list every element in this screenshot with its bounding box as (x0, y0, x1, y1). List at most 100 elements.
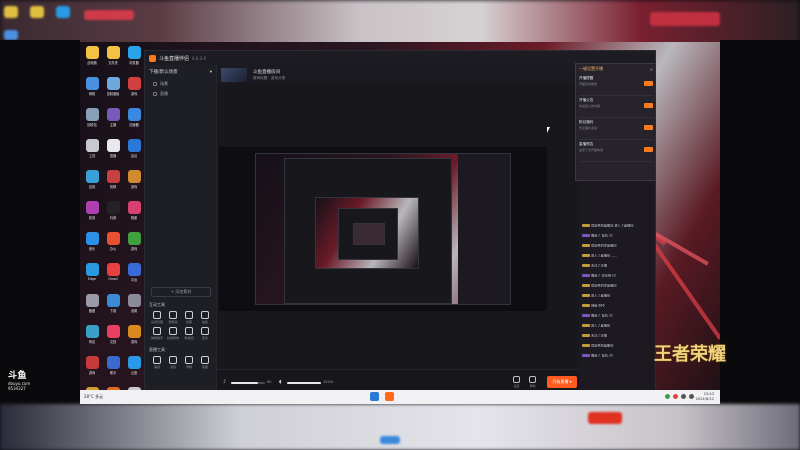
record-button[interactable]: 录制 (529, 376, 536, 388)
desktop-shortcut-label: 会议 (130, 154, 138, 158)
chat-message[interactable]: 赠送了 鱼丸 x1 (582, 314, 652, 321)
preview-nested-desktop-2 (315, 197, 419, 269)
desktop-shortcut[interactable]: 应用 (82, 170, 102, 198)
desktop-shortcut[interactable]: 浏览器 (124, 46, 144, 74)
desktop-shortcut[interactable]: 游戏 (82, 356, 102, 384)
popup-item-toggle[interactable] (644, 147, 653, 152)
microphone-volume-slider[interactable] (231, 382, 265, 384)
tool-icon (169, 311, 177, 319)
chat-message[interactable]: 赠送了 鱼丸 x1 (582, 234, 652, 241)
chat-message[interactable]: 欢迎来到直播间 (582, 344, 652, 351)
chat-message[interactable]: 欢迎来到本直播间 (582, 284, 652, 291)
desktop-shortcut[interactable]: 回收站 (82, 108, 102, 136)
checkbox-icon[interactable] (153, 82, 157, 86)
desktop-shortcut[interactable]: Edge (82, 263, 102, 291)
chat-message[interactable]: 关注了主播 (582, 264, 652, 271)
app-icon (127, 294, 141, 307)
tool-button[interactable]: 滤镜 (165, 356, 181, 369)
desktop-shortcut[interactable]: 助手 (103, 356, 123, 384)
tray-app-icon[interactable] (665, 394, 670, 399)
desktop-shortcut[interactable]: 会议 (124, 139, 144, 167)
popup-item-toggle[interactable] (644, 125, 653, 130)
desktop-shortcut[interactable]: 音乐 (82, 232, 102, 260)
desktop-shortcut[interactable]: 相册 (124, 201, 144, 229)
live-preview[interactable] (219, 147, 547, 311)
microphone-icon[interactable]: ♪ (223, 379, 226, 385)
close-icon[interactable]: × (650, 67, 653, 72)
desktop-shortcut[interactable]: 直播 (103, 139, 123, 167)
app-icon (127, 356, 141, 369)
chat-message[interactable]: 欢迎来到本直播间 (582, 244, 652, 251)
desktop-shortcut[interactable]: 设置 (124, 294, 144, 322)
popup-item-toggle[interactable] (644, 81, 653, 86)
room-title[interactable]: 斗鱼直播房间 (253, 69, 280, 75)
checkbox-icon[interactable] (153, 92, 157, 96)
tool-button[interactable]: 截图 (197, 356, 213, 369)
tool-button[interactable]: 房间管理 (149, 311, 165, 324)
tool-button[interactable]: 更多 (197, 327, 213, 340)
weather-widget[interactable]: 28°C 多云 (84, 394, 103, 400)
desktop-shortcut[interactable]: 游戏 (124, 77, 144, 105)
desktop-shortcut[interactable]: 游戏 (124, 325, 144, 353)
preview-nested-deepest (353, 223, 385, 245)
desktop-shortcut[interactable]: Gmail (103, 263, 123, 291)
desktop-shortcut[interactable]: 加速器 (124, 108, 144, 136)
scene-header[interactable]: 下播/默认场景 ▾ (145, 65, 216, 79)
chat-message[interactable]: 赠送了 鱼丸 x5 (582, 354, 652, 361)
chat-message[interactable]: 欢迎来到直播间 进入了直播间 (582, 224, 652, 231)
desktop-shortcut[interactable]: 文档 (103, 325, 123, 353)
chevron-down-icon[interactable]: ▾ (210, 70, 212, 75)
app-icon (127, 139, 141, 152)
chat-message[interactable]: 弹幕 666 (582, 304, 652, 311)
popup-item-toggle[interactable] (644, 103, 653, 108)
desktop-shortcut[interactable]: 主播 (103, 108, 123, 136)
desktop-shortcut[interactable]: 影音 (82, 201, 102, 229)
add-source-button[interactable]: + 添加素材 (151, 287, 211, 297)
tool-button[interactable]: 粉丝团 (181, 327, 197, 340)
tool-label: 抽奖 (201, 320, 208, 324)
volume-icon[interactable] (681, 394, 686, 399)
speaker-volume-slider[interactable] (287, 382, 321, 384)
desktop-shortcut[interactable]: 平台 (124, 263, 144, 291)
tool-button[interactable]: 礼物特效 (165, 327, 181, 340)
tray-app-icon[interactable] (673, 394, 678, 399)
chat-message[interactable]: 关注了主播 (582, 334, 652, 341)
desktop-shortcut[interactable]: 游戏 (124, 232, 144, 260)
chat-message[interactable]: 进入了直播间 (582, 294, 652, 301)
desktop-shortcut[interactable]: 游戏 (124, 170, 144, 198)
tool-button[interactable]: 贡献榜 (165, 311, 181, 324)
tool-button[interactable]: 录制 (181, 356, 197, 369)
desktop-shortcut[interactable]: 云盘 (124, 356, 144, 384)
scene-item[interactable]: 场景 (145, 79, 216, 89)
desktop-shortcut[interactable]: 办公 (103, 232, 123, 260)
desktop-shortcut[interactable]: 商店 (82, 325, 102, 353)
tool-button[interactable]: 投票 (181, 311, 197, 324)
scene-item[interactable]: 直播 (145, 89, 216, 99)
chat-message[interactable]: 进入了直播间 (582, 324, 652, 331)
desktop-shortcut[interactable]: 抖音 (103, 201, 123, 229)
tool-button[interactable]: 弹幕助手 (149, 327, 165, 340)
popup-item-subtitle: 暂无福利活动 (579, 126, 598, 130)
speaker-icon[interactable]: ◖ (279, 379, 282, 385)
desktop-shortcut[interactable]: 控制面板 (103, 77, 123, 105)
desktop-shortcut[interactable]: 此电脑 (82, 46, 102, 74)
desktop-shortcut[interactable]: 截图 (82, 294, 102, 322)
desktop-shortcut-label: 相册 (130, 216, 138, 220)
tool-button[interactable]: 美颜 (149, 356, 165, 369)
chat-message[interactable]: 进入了直播间 ...... (582, 254, 652, 261)
desktop-shortcut[interactable]: 剪辑 (103, 170, 123, 198)
settings-button[interactable]: 设置 (513, 376, 520, 388)
network-icon[interactable] (689, 394, 694, 399)
chat-message[interactable]: 赠送了 荧光棒 x2 (582, 274, 652, 281)
desktop-shortcut[interactable]: 下载 (103, 294, 123, 322)
windows-start-icon[interactable] (370, 392, 379, 401)
streaming-app-taskbar-icon[interactable] (385, 392, 394, 401)
taskbar-clock[interactable]: 23:43 2024/6/22 (696, 392, 714, 401)
desktop-shortcut[interactable]: 文件夹 (103, 46, 123, 74)
desktop-shortcut[interactable]: 网络 (82, 77, 102, 105)
start-live-button[interactable]: 开始直播 ▾ (547, 376, 577, 388)
tool-button[interactable]: 抽奖 (197, 311, 213, 324)
room-cover-thumbnail[interactable] (221, 68, 247, 82)
watermark-room-id: 9534327 (8, 386, 26, 391)
desktop-shortcut[interactable]: 工具 (82, 139, 102, 167)
